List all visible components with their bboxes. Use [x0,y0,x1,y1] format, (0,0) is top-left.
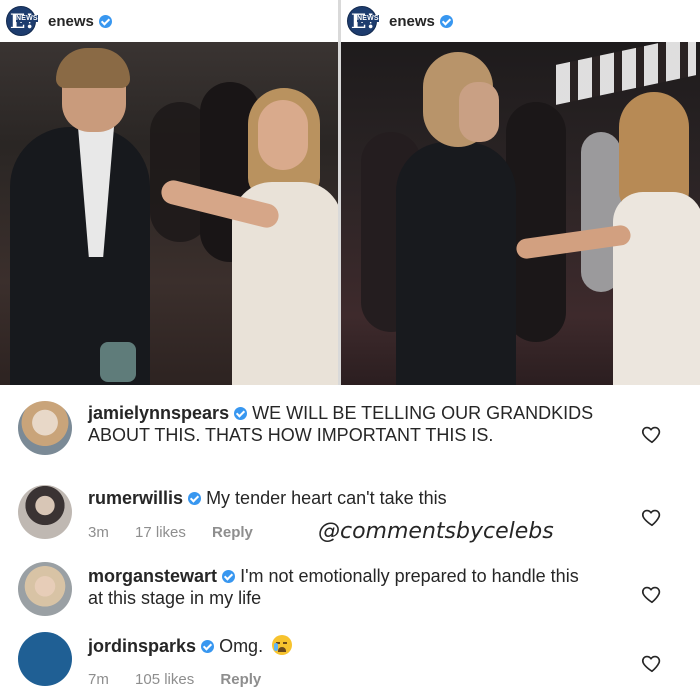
watermark-text: @commentsbycelebs [318,519,554,544]
comment-text: My tender heart can't take this [206,488,447,508]
comment-meta: 3m 17 likes Reply [88,524,275,541]
reply-button[interactable]: Reply [220,671,261,688]
post-username[interactable]: enews [48,13,94,30]
verified-badge-icon [201,640,215,653]
heart-outline-icon[interactable] [641,506,663,528]
crying-face-emoji-icon [272,635,293,655]
comment-item: jordinsparks Omg. 7m 105 likes Reply [0,627,700,700]
verified-badge-icon [222,570,236,583]
comment-username[interactable]: rumerwillis [88,488,183,508]
enews-logo-icon[interactable]: E! NEWS [6,6,38,36]
post-right[interactable]: E! NEWS enews [341,0,700,385]
comment-likes[interactable]: 105 likes [135,671,194,688]
avatar[interactable] [18,562,72,616]
comment-time: 7m [88,671,109,688]
comment-username[interactable]: morganstewart [88,566,217,586]
heart-outline-icon[interactable] [641,423,663,445]
comment-meta: 7m 105 likes Reply [88,671,283,688]
verified-badge-icon [234,407,248,420]
avatar[interactable] [18,632,72,686]
enews-logo-icon[interactable]: E! NEWS [347,6,379,36]
comment-username[interactable]: jamielynnspears [88,403,229,423]
post-photo[interactable] [341,42,700,385]
posts-strip: E! NEWS enews [0,0,700,385]
post-header: E! NEWS enews [0,0,338,42]
post-header: E! NEWS enews [341,0,700,42]
comment-username[interactable]: jordinsparks [88,636,196,656]
comment-item: jamielynnspears WE WILL BE TELLING OUR G… [0,385,700,482]
comment-likes[interactable]: 17 likes [135,524,186,541]
post-photo[interactable] [0,42,338,385]
comments-section: jamielynnspears WE WILL BE TELLING OUR G… [0,385,700,700]
comment-text: Omg. [219,636,264,656]
avatar[interactable] [18,485,72,539]
verified-badge-icon [439,14,453,28]
verified-badge-icon [188,492,202,505]
reply-button[interactable]: Reply [212,524,253,541]
comment-item: morganstewart I'm not emotionally prepar… [0,557,700,627]
post-username[interactable]: enews [389,13,435,30]
heart-outline-icon[interactable] [641,652,663,674]
heart-outline-icon[interactable] [641,583,663,605]
comment-time: 3m [88,524,109,541]
post-left[interactable]: E! NEWS enews [0,0,338,385]
avatar[interactable] [18,401,72,455]
verified-badge-icon [98,14,112,28]
